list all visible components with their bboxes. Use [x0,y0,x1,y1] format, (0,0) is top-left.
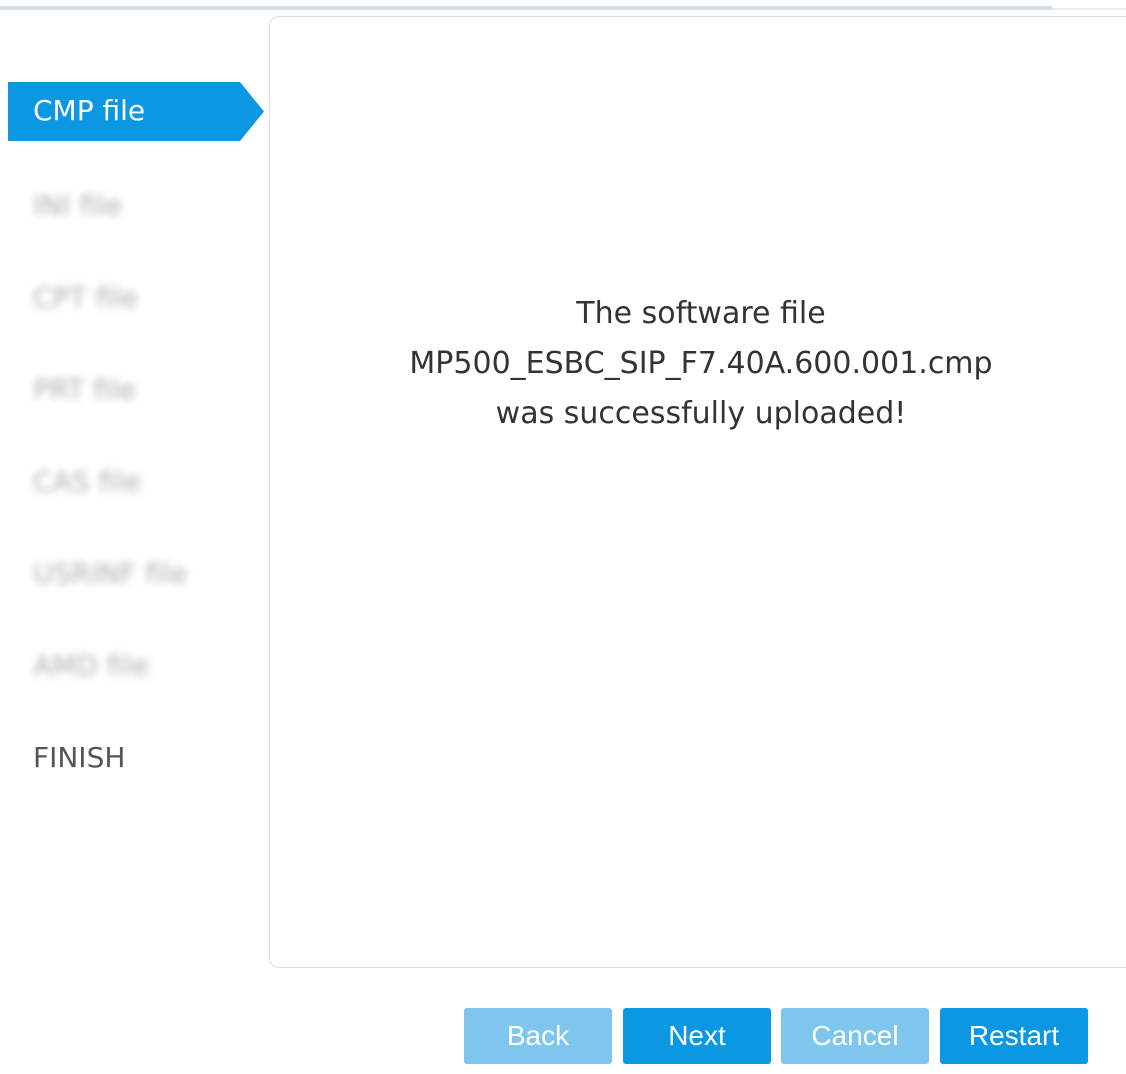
top-divider-tail [1052,8,1126,10]
upload-wizard: CMP file INI file CPT file PRT file CAS … [0,0,1126,1074]
content-panel: The software file MP500_ESBC_SIP_F7.40A.… [269,16,1126,968]
step-label: CMP file [33,94,146,127]
wizard-steps-sidebar: CMP file INI file CPT file PRT file CAS … [0,0,268,1074]
message-line-1: The software file [576,296,826,331]
restart-button[interactable]: Restart [940,1008,1088,1064]
step-cas-file[interactable]: CAS file [33,468,141,496]
step-usrinf-file[interactable]: USRINF file [33,560,188,588]
step-ini-file[interactable]: INI file [33,192,122,220]
back-button[interactable]: Back [464,1008,612,1064]
step-cpt-file[interactable]: CPT file [33,284,138,312]
next-button[interactable]: Next [623,1008,771,1064]
message-line-filename: MP500_ESBC_SIP_F7.40A.600.001.cmp [409,346,993,381]
cancel-button[interactable]: Cancel [781,1008,929,1064]
step-prt-file[interactable]: PRT file [33,376,136,404]
step-amd-file[interactable]: AMD file [33,652,149,680]
step-finish[interactable]: FINISH [33,744,125,772]
step-cmp-file[interactable]: CMP file [8,82,264,141]
message-line-3: was successfully uploaded! [495,396,907,431]
upload-success-message: The software file MP500_ESBC_SIP_F7.40A.… [270,289,1126,439]
